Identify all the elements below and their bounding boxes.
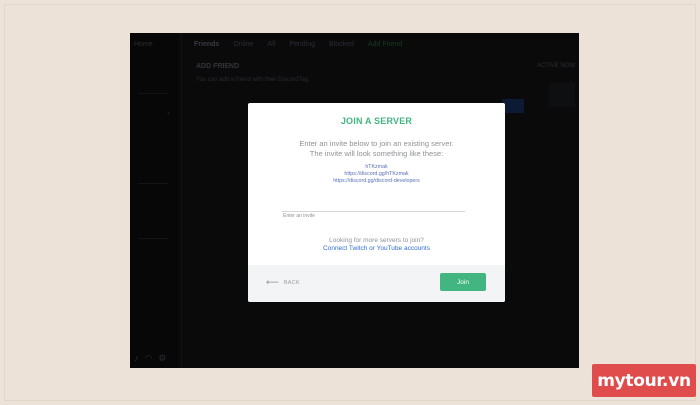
friends-topbar: Friends Online All Pending Blocked Add F… <box>182 33 579 55</box>
channel-header: Home <box>134 41 153 48</box>
join-button[interactable]: Join <box>440 273 486 291</box>
chevron-right-icon: › <box>167 110 170 117</box>
add-friend-subtitle: You can add a friend with their DiscordT… <box>196 77 310 83</box>
more-servers: Looking for more servers to join? Connec… <box>248 237 505 253</box>
brand-watermark: mytour.vn <box>592 364 696 397</box>
description-line: Enter an invite below to join an existin… <box>299 139 454 148</box>
invite-input-label: Enter an invite <box>283 213 315 219</box>
tab-online[interactable]: Online <box>233 41 253 48</box>
add-friend-title: ADD FRIEND <box>196 63 240 70</box>
modal-title: JOIN A SERVER <box>340 116 413 126</box>
back-button[interactable]: ⟵ BACK <box>266 278 300 287</box>
sidebar-divider <box>181 33 182 368</box>
active-now-card <box>549 83 575 107</box>
invite-input[interactable] <box>282 209 465 212</box>
tab-all[interactable]: All <box>268 41 276 48</box>
user-controls: ♪ ◠ ⚙ <box>134 353 166 364</box>
invite-examples: hTKzmak https://discord.gg/hTKzmak https… <box>248 164 505 184</box>
invite-example: https://discord.gg/hTKzmak <box>344 170 409 177</box>
modal-description: Enter an invite below to join an existin… <box>248 139 505 158</box>
more-servers-text: Looking for more servers to join? <box>329 237 424 244</box>
join-server-modal: JOIN A SERVER Enter an invite below to j… <box>248 103 505 302</box>
active-now-heading: ACTIVE NOW <box>536 63 575 69</box>
invite-example: hTKzmak <box>365 164 388 170</box>
tab-blocked[interactable]: Blocked <box>329 41 354 48</box>
send-friend-request-button[interactable] <box>502 99 524 113</box>
gear-icon[interactable]: ⚙ <box>158 353 166 364</box>
description-line: The invite will look something like thes… <box>309 148 444 158</box>
invite-example: https://discord.gg/discord-developers <box>333 177 420 184</box>
headphones-icon[interactable]: ◠ <box>145 353 153 364</box>
tab-pending[interactable]: Pending <box>289 41 315 48</box>
mute-icon[interactable]: ♪ <box>134 353 139 364</box>
back-label: BACK <box>283 279 300 286</box>
tab-add-friend[interactable]: Add Friend <box>368 41 402 48</box>
channel-sidebar: Home › ♪ ◠ ⚙ <box>130 33 180 368</box>
modal-footer: ⟵ BACK Join <box>248 265 505 302</box>
arrow-left-icon: ⟵ <box>266 277 279 287</box>
friends-title: Friends <box>194 40 220 48</box>
connect-accounts-link[interactable]: Connect Twitch or YouTube accounts <box>248 245 505 253</box>
